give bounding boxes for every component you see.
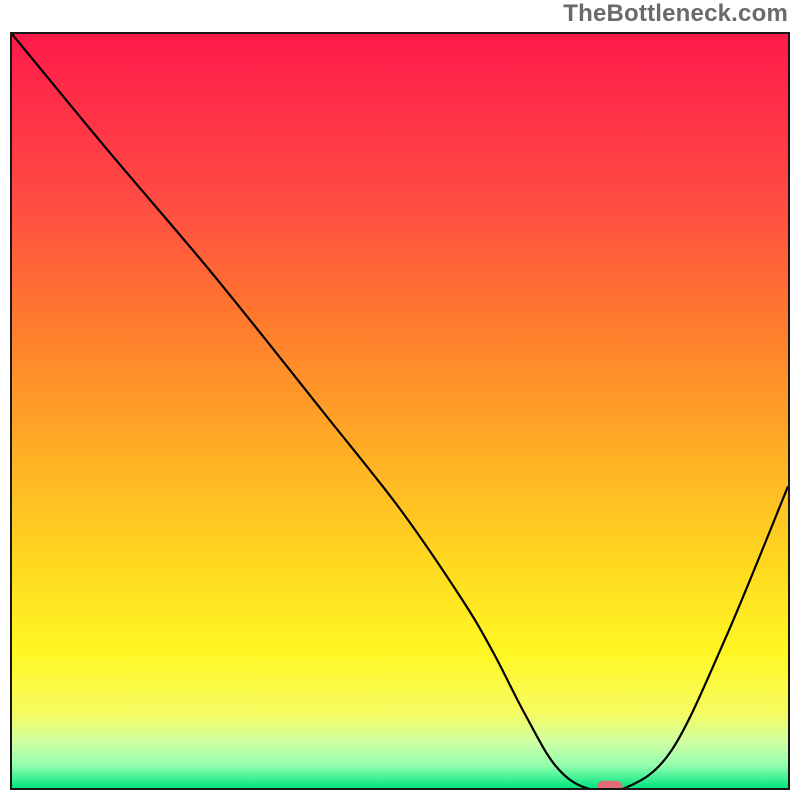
optimal-point-marker bbox=[597, 781, 622, 790]
bottleneck-curve bbox=[12, 34, 788, 788]
chart-plot-area bbox=[10, 32, 790, 790]
watermark-text: TheBottleneck.com bbox=[563, 0, 788, 28]
